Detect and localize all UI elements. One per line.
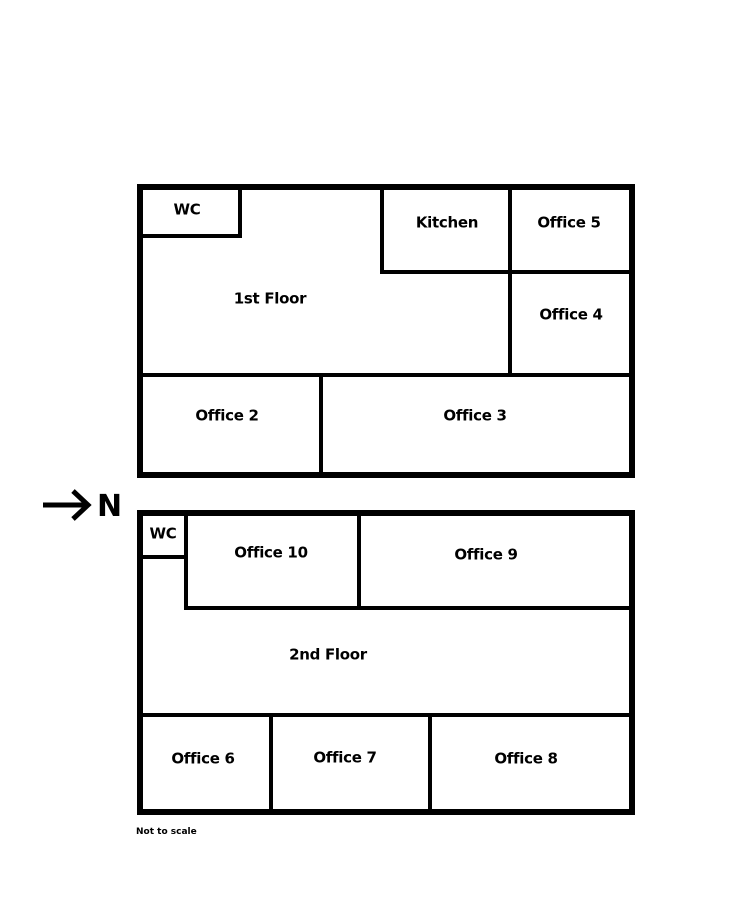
floor-2-title: 2nd Floor bbox=[289, 646, 368, 664]
room-label-office-3: Office 3 bbox=[443, 407, 506, 425]
room-label-office-8: Office 8 bbox=[494, 750, 557, 768]
room-label-office-10: Office 10 bbox=[234, 544, 307, 562]
room-label-office-4: Office 4 bbox=[539, 306, 602, 324]
room-label-office-6: Office 6 bbox=[171, 750, 234, 768]
room-label-office-9: Office 9 bbox=[454, 546, 517, 564]
floor-2-plan: WC Office 10 Office 9 2nd Floor Office 6… bbox=[137, 510, 635, 815]
scale-note: Not to scale bbox=[136, 827, 197, 837]
room-label-wc-1: WC bbox=[174, 201, 201, 219]
floor-1-title: 1st Floor bbox=[234, 290, 307, 308]
north-indicator: N bbox=[43, 489, 122, 524]
arrow-right-icon bbox=[43, 489, 92, 521]
room-label-office-7: Office 7 bbox=[313, 749, 376, 767]
floor-1-plan: WC Kitchen Office 5 Office 4 1st Floor O… bbox=[137, 184, 635, 478]
floor-plan: WC Kitchen Office 5 Office 4 1st Floor O… bbox=[43, 184, 635, 837]
north-label: N bbox=[97, 489, 122, 524]
room-label-office-2: Office 2 bbox=[195, 407, 258, 425]
room-label-kitchen: Kitchen bbox=[416, 214, 478, 232]
room-label-office-5: Office 5 bbox=[537, 214, 600, 232]
room-label-wc-2: WC bbox=[150, 525, 177, 543]
